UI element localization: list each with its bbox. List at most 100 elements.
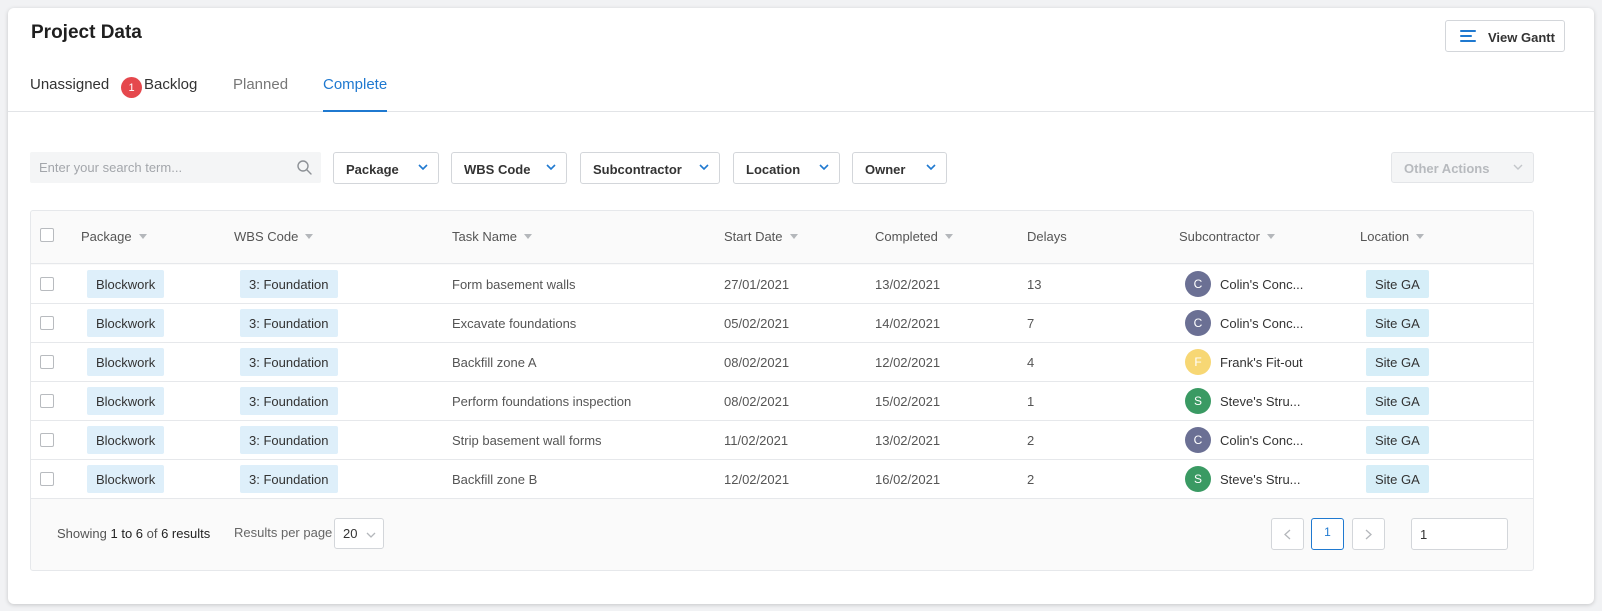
select-all-checkbox[interactable] — [40, 228, 54, 242]
package-tag: Blockwork — [87, 387, 165, 415]
wbs-tag: 3: Foundation — [240, 309, 338, 337]
table-header: Package WBS Code Task Name Start Date Co… — [31, 211, 1533, 264]
column-header-package[interactable]: Package — [81, 229, 147, 244]
completed-date: 13/02/2021 — [875, 433, 941, 448]
subcontractor-name: Steve's Stru... — [1220, 394, 1301, 409]
results-per-page-select[interactable]: 20 — [334, 518, 384, 549]
delays-value: 2 — [1027, 433, 1035, 448]
package-tag: Blockwork — [87, 309, 165, 337]
table-row[interactable]: Blockwork 3: Foundation Excavate foundat… — [31, 304, 1533, 343]
other-actions-label: Other Actions — [1404, 161, 1490, 176]
page-1-button[interactable]: 1 — [1311, 518, 1344, 550]
column-header-completed[interactable]: Completed — [875, 229, 953, 244]
wbs-tag: 3: Foundation — [240, 387, 338, 415]
sort-caret-icon — [789, 234, 798, 239]
avatar: C — [1185, 310, 1211, 336]
filter-label: WBS Code — [464, 162, 531, 177]
results-per-page-label: Results per page — [234, 525, 333, 540]
delays-value: 4 — [1027, 355, 1035, 370]
column-header-subcontractor[interactable]: Subcontractor — [1179, 229, 1275, 244]
package-tag: Blockwork — [87, 270, 165, 298]
subcontractor-name: Frank's Fit-out — [1220, 355, 1303, 370]
tasks-table: Package WBS Code Task Name Start Date Co… — [30, 210, 1534, 571]
package-tag: Blockwork — [87, 426, 165, 454]
sort-caret-icon — [1416, 234, 1425, 239]
column-label: Delays — [1027, 229, 1067, 244]
row-checkbox[interactable] — [40, 277, 54, 291]
next-page-button[interactable] — [1352, 518, 1385, 550]
chevron-down-icon — [546, 164, 556, 171]
completed-date: 15/02/2021 — [875, 394, 941, 409]
chevron-left-icon — [1284, 529, 1291, 540]
table-row[interactable]: Blockwork 3: Foundation Perform foundati… — [31, 382, 1533, 421]
results-range: 1 to 6 — [110, 526, 144, 541]
menu-list-icon — [1460, 30, 1476, 43]
tab-unassigned[interactable]: Unassigned 1 — [30, 76, 142, 112]
column-label: Completed — [875, 229, 938, 244]
column-header-location[interactable]: Location — [1360, 229, 1425, 244]
subcontractor-filter-dropdown[interactable]: Subcontractor — [580, 152, 720, 184]
tab-planned[interactable]: Planned — [233, 76, 288, 112]
results-per-page-value: 20 — [343, 526, 358, 541]
tab-complete[interactable]: Complete — [323, 76, 388, 112]
table-row[interactable]: Blockwork 3: Foundation Backfill zone B … — [31, 460, 1533, 499]
go-to-page-input[interactable] — [1411, 518, 1508, 550]
sort-caret-icon — [305, 234, 314, 239]
location-tag: Site GA — [1366, 387, 1429, 415]
table-row[interactable]: Blockwork 3: Foundation Strip basement w… — [31, 421, 1533, 460]
start-date: 11/02/2021 — [724, 433, 789, 448]
subcontractor-name: Colin's Conc... — [1220, 277, 1304, 292]
delays-value: 13 — [1027, 277, 1042, 292]
column-header-delays: Delays — [1027, 229, 1067, 244]
column-header-start-date[interactable]: Start Date — [724, 229, 798, 244]
start-date: 05/02/2021 — [724, 316, 790, 331]
delays-value: 2 — [1027, 472, 1035, 487]
sort-caret-icon — [138, 234, 147, 239]
other-actions-dropdown[interactable]: Other Actions — [1391, 152, 1534, 183]
chevron-down-icon — [699, 164, 709, 171]
view-gantt-button[interactable]: View Gantt — [1445, 20, 1565, 52]
row-checkbox[interactable] — [40, 394, 54, 408]
search-input[interactable] — [30, 152, 290, 183]
tab-label: Unassigned — [30, 76, 110, 93]
avatar: F — [1185, 349, 1211, 375]
sort-caret-icon — [1266, 234, 1275, 239]
wbs-tag: 3: Foundation — [240, 426, 338, 454]
owner-filter-dropdown[interactable]: Owner — [852, 152, 947, 184]
previous-page-button[interactable] — [1271, 518, 1304, 550]
avatar: C — [1185, 427, 1211, 453]
filter-label: Subcontractor — [593, 162, 682, 177]
table-footer: Showing 1 to 6 of 6 results Results per … — [31, 500, 1533, 570]
task-name: Backfill zone A — [452, 355, 537, 370]
wbs-code-filter-dropdown[interactable]: WBS Code — [451, 152, 567, 184]
row-checkbox[interactable] — [40, 316, 54, 330]
column-label: Task Name — [452, 229, 518, 244]
row-checkbox[interactable] — [40, 472, 54, 486]
table-row[interactable]: Blockwork 3: Foundation Form basement wa… — [31, 265, 1533, 304]
page-number: 1 — [1324, 525, 1331, 539]
avatar: S — [1185, 466, 1211, 492]
column-label: WBS Code — [234, 229, 299, 244]
chevron-down-icon — [1513, 164, 1523, 170]
column-header-wbs-code[interactable]: WBS Code — [234, 229, 314, 244]
project-data-card: Project Data View Gantt Unassigned 1 Bac… — [8, 8, 1594, 604]
tab-backlog[interactable]: Backlog — [144, 76, 197, 112]
location-tag: Site GA — [1366, 465, 1429, 493]
row-checkbox[interactable] — [40, 355, 54, 369]
filter-label: Owner — [865, 162, 906, 177]
delays-value: 7 — [1027, 316, 1035, 331]
row-checkbox[interactable] — [40, 433, 54, 447]
table-row[interactable]: Blockwork 3: Foundation Backfill zone A … — [31, 343, 1533, 382]
tab-bar: Unassigned 1 Backlog Planned Complete — [8, 68, 1594, 112]
avatar: S — [1185, 388, 1211, 414]
column-header-task-name[interactable]: Task Name — [452, 229, 533, 244]
task-name: Perform foundations inspection — [452, 394, 632, 409]
search-icon[interactable] — [297, 160, 312, 175]
wbs-tag: 3: Foundation — [240, 348, 338, 376]
package-filter-dropdown[interactable]: Package — [333, 152, 439, 184]
completed-date: 13/02/2021 — [875, 277, 941, 292]
location-filter-dropdown[interactable]: Location — [733, 152, 840, 184]
package-tag: Blockwork — [87, 348, 165, 376]
column-label: Package — [81, 229, 132, 244]
subcontractor-name: Colin's Conc... — [1220, 433, 1304, 448]
